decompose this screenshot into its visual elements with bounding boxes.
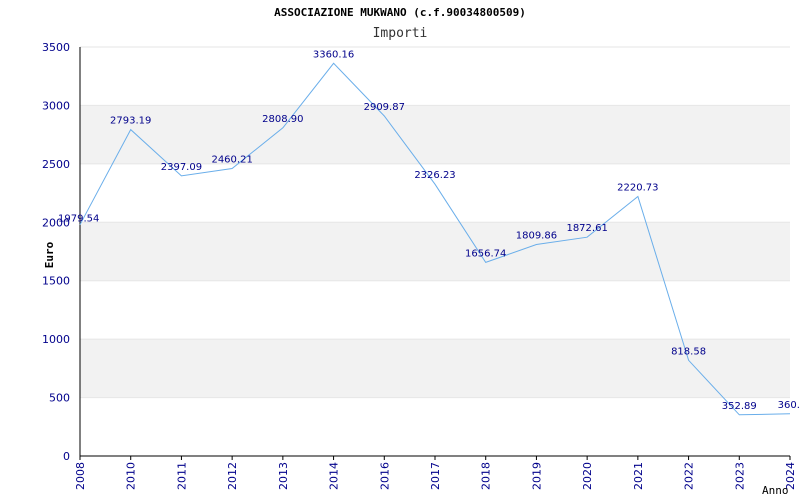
grid-band [80,222,790,281]
x-tick-label: 2018 [480,462,493,490]
data-label: 2808.90 [262,114,303,125]
y-tick-label: 3000 [42,99,70,112]
x-tick-label: 2016 [378,462,391,490]
data-label: 2397.09 [161,162,202,173]
y-tick-label: 1500 [42,275,70,288]
data-label: 2793.19 [110,116,151,127]
x-tick-label: 2020 [581,462,594,490]
data-label: 2909.87 [364,102,405,113]
y-tick-label: 500 [49,392,70,405]
x-axis-title: Anno [762,484,789,497]
x-tick-label: 2017 [429,462,442,490]
y-axis-title: Euro [43,241,56,268]
x-tick-label: 2014 [328,462,341,490]
y-tick-label: 2500 [42,158,70,171]
data-label: 2220.73 [617,182,658,193]
data-label: 1656.74 [465,248,506,259]
data-label: 1809.86 [516,231,557,242]
x-tick-label: 2021 [632,462,645,490]
data-label: 360.8 [778,400,800,411]
x-tick-label: 2012 [226,462,239,490]
grid-band [80,105,790,164]
y-tick-label: 0 [63,450,70,463]
data-label: 352.89 [722,401,757,412]
line-chart: ASSOCIAZIONE MUKWANO (c.f.90034800509) I… [42,6,800,497]
data-label: 1979.54 [58,214,99,225]
x-tick-label: 2023 [733,462,746,490]
data-label: 2326.23 [414,170,455,181]
x-tick-label: 2019 [530,462,543,490]
x-tick-label: 2010 [125,462,138,490]
x-tick-labels: 2008 2010 2011 2012 2013 2014 2016 2017 2018 2019… [74,456,797,490]
x-tick-label: 2008 [74,462,87,490]
data-label: 1872.61 [566,223,607,234]
y-tick-label: 3500 [42,41,70,54]
data-label: 2460.21 [211,155,252,166]
chart-title: ASSOCIAZIONE MUKWANO (c.f.90034800509) [274,6,526,19]
x-tick-label: 2011 [175,462,188,490]
data-label: 3360.16 [313,49,354,60]
y-tick-label: 1000 [42,333,70,346]
x-tick-label: 2022 [683,462,696,490]
chart-subtitle: Importi [373,26,428,41]
x-tick-label: 2013 [277,462,290,490]
data-label: 818.58 [671,346,706,357]
